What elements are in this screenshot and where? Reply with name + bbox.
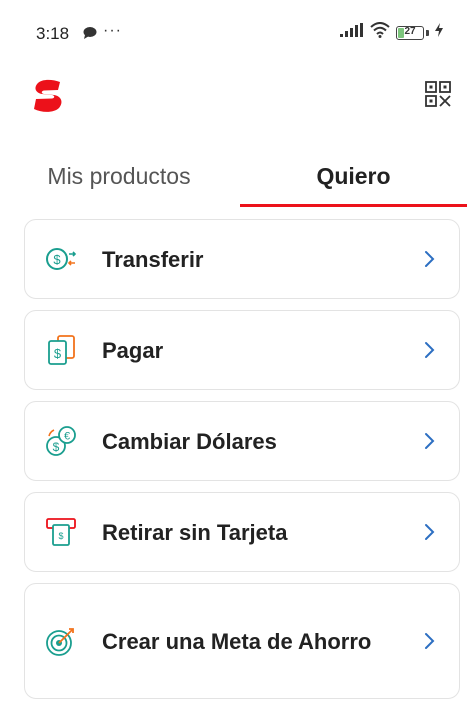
cambiar-dolares-label: Cambiar Dólares (102, 428, 277, 454)
wifi-icon (370, 22, 390, 43)
status-time: 3:18 (36, 24, 70, 43)
retirar-sin-tarjeta-label: Retirar sin Tarjeta (102, 519, 288, 545)
status-icons: 27 (340, 22, 443, 43)
tab-quiero[interactable]: Quiero (240, 146, 467, 206)
currency-exchange-icon: $ € (45, 425, 77, 457)
svg-text:$: $ (53, 252, 61, 267)
qr-code-icon[interactable] (424, 80, 452, 108)
svg-text:$: $ (53, 440, 60, 454)
product-tabs: Mis productos Quiero (0, 146, 467, 208)
chat-notification-icon (82, 26, 98, 45)
pagar-card[interactable]: $ Pagar (24, 310, 460, 390)
charging-icon (435, 23, 443, 42)
chevron-right-icon (423, 631, 437, 651)
battery-tip (426, 29, 429, 36)
chevron-right-icon (423, 249, 437, 269)
chevron-right-icon (423, 431, 437, 451)
transferir-card[interactable]: $ Transferir (24, 219, 460, 299)
transfer-money-icon: $ (45, 243, 77, 275)
crear-meta-ahorro-label: Crear una Meta de Ahorro (102, 628, 372, 654)
battery-level-text: 27 (404, 25, 416, 37)
cardless-withdrawal-icon: $ (45, 516, 77, 548)
retirar-sin-tarjeta-card[interactable]: $ Retirar sin Tarjeta (24, 492, 460, 572)
pagar-label: Pagar (102, 337, 164, 363)
tab-mis-productos[interactable]: Mis productos (0, 146, 238, 206)
battery-icon: 27 (396, 25, 424, 40)
pay-bill-icon: $ (45, 334, 77, 366)
svg-text:$: $ (58, 531, 63, 541)
scotiabank-logo-icon (30, 78, 66, 114)
status-bar: 3:18 ··· 27 (0, 0, 467, 62)
crear-meta-ahorro-card[interactable]: Crear una Meta de Ahorro (24, 583, 460, 699)
chevron-right-icon (423, 340, 437, 360)
svg-text:$: $ (54, 346, 62, 361)
savings-goal-icon (45, 625, 77, 657)
cambiar-dolares-card[interactable]: $ € Cambiar Dólares (24, 401, 460, 481)
chevron-right-icon (423, 522, 437, 542)
transferir-label: Transferir (102, 246, 204, 272)
svg-text:€: € (64, 431, 70, 443)
more-notifications-indicator: ··· (103, 22, 122, 39)
signal-icon (340, 23, 364, 42)
active-tab-indicator (240, 204, 467, 207)
